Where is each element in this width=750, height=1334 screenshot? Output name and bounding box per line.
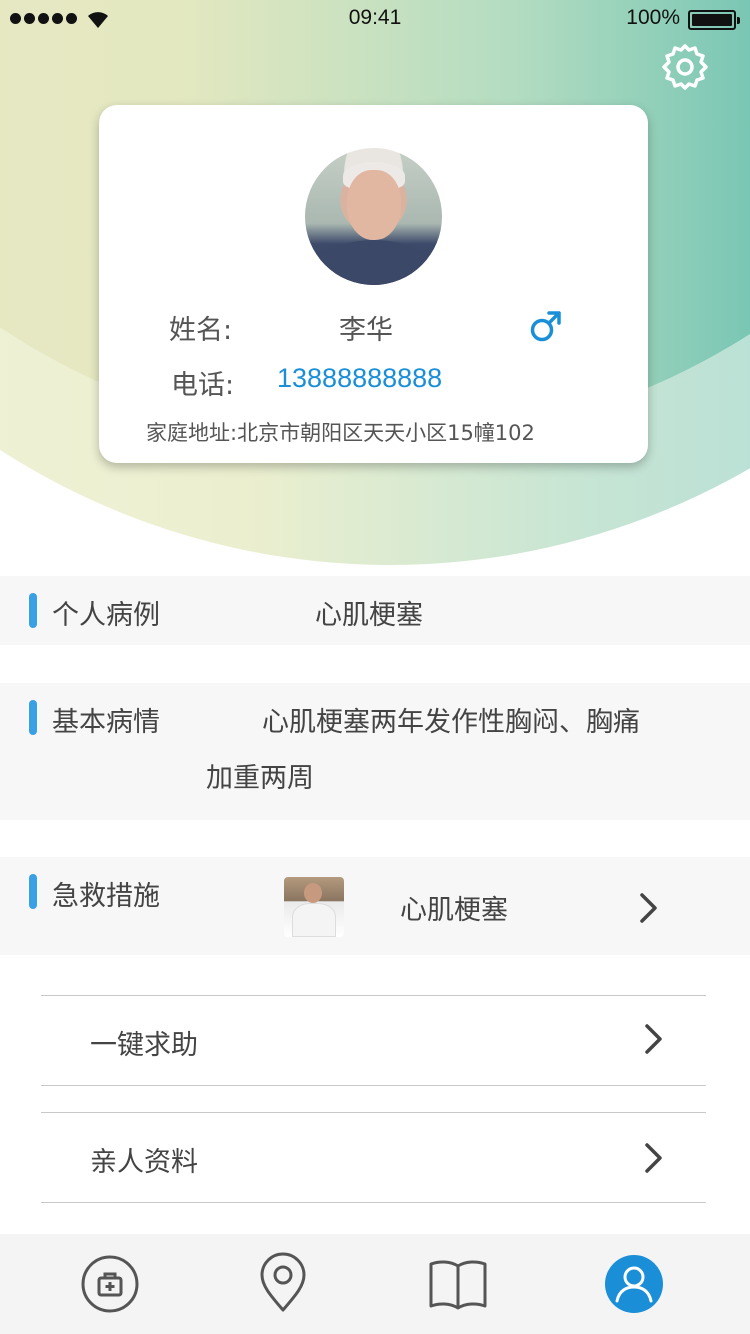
status-bar: 09:41 100% <box>0 0 750 40</box>
medical-kit-icon[interactable] <box>78 1252 142 1316</box>
address-value: 北京市朝阳区天天小区15幢102 <box>237 421 535 445</box>
phone-label: 电话: <box>171 370 235 401</box>
address-label: 家庭地址: <box>146 421 238 445</box>
section-title: 个人病例 <box>52 600 160 631</box>
chevron-right-icon <box>645 1143 662 1173</box>
case-value: 心肌梗塞 <box>315 600 423 631</box>
section-title: 基本病情 <box>52 707 160 738</box>
gear-icon[interactable] <box>660 42 710 92</box>
avatar[interactable] <box>305 148 442 285</box>
section-personal-case: 个人病例 心肌梗塞 <box>0 576 750 645</box>
chevron-right-icon <box>645 1024 662 1054</box>
list-item-label: 亲人资料 <box>90 1147 198 1178</box>
male-symbol-icon <box>530 311 561 342</box>
first-aid-value: 心肌梗塞 <box>400 895 508 926</box>
list-item-family-info[interactable]: 亲人资料 <box>41 1112 706 1203</box>
section-marker <box>29 593 37 628</box>
phone-number[interactable]: 13888888888 <box>277 363 442 394</box>
section-title: 急救措施 <box>52 881 160 912</box>
section-first-aid[interactable]: 急救措施 心肌梗塞 <box>0 857 750 955</box>
section-marker <box>29 874 37 909</box>
battery-icon <box>688 10 740 30</box>
address-row: 家庭地址:北京市朝阳区天天小区15幢102 <box>146 417 535 447</box>
book-icon[interactable] <box>426 1252 490 1316</box>
section-marker <box>29 700 37 735</box>
name-label: 姓名: <box>169 315 233 346</box>
location-pin-icon[interactable] <box>251 1252 315 1316</box>
profile-icon[interactable] <box>604 1254 664 1314</box>
condition-line-1: 心肌梗塞两年发作性胸闷、胸痛 <box>262 707 640 738</box>
user-name: 李华 <box>339 315 393 346</box>
tab-bar <box>0 1234 750 1334</box>
list-item-one-key-help[interactable]: 一键求助 <box>41 995 706 1086</box>
battery-percent: 100% <box>626 6 680 29</box>
condition-line-2: 加重两周 <box>206 763 314 794</box>
chevron-right-icon <box>640 893 657 923</box>
first-aid-thumbnail <box>284 877 344 937</box>
list-item-label: 一键求助 <box>90 1030 198 1061</box>
section-basic-condition: 基本病情 心肌梗塞两年发作性胸闷、胸痛 加重两周 <box>0 683 750 820</box>
profile-card: 姓名: 李华 电话: 13888888888 家庭地址:北京市朝阳区天天小区15… <box>99 105 648 463</box>
